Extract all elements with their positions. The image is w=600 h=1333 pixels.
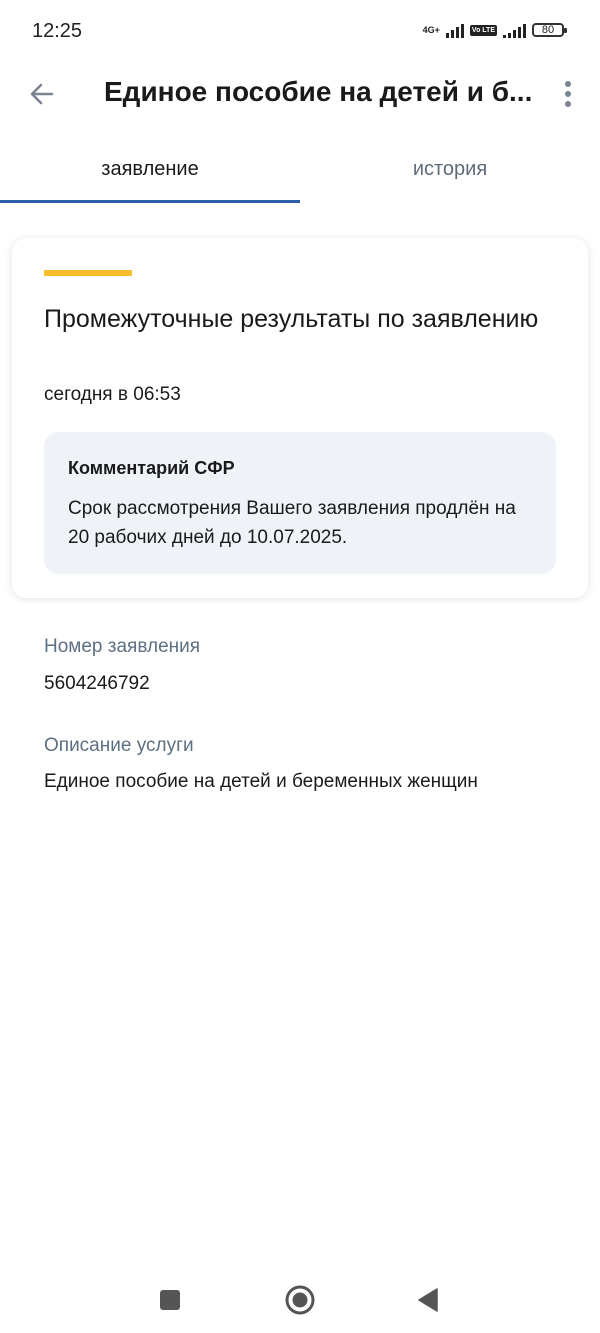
system-nav-bar <box>0 1268 600 1333</box>
more-vertical-icon <box>565 81 571 87</box>
tab-bar: заявление история <box>0 140 600 204</box>
screen: 12:25 4G+ Vo LTE 80 Единое пособие на де… <box>0 0 600 1333</box>
comment-box: Комментарий СФР Срок рассмотрения Вашего… <box>44 432 556 574</box>
arrow-left-icon <box>30 83 54 105</box>
square-icon <box>160 1290 180 1310</box>
tab-indicator <box>0 200 300 203</box>
status-bar: 12:25 4G+ Vo LTE 80 <box>0 0 600 64</box>
application-number-value: 5604246792 <box>44 673 150 694</box>
page-title: Единое пособие на детей и б... <box>104 76 533 107</box>
service-description-label: Описание услуги <box>44 735 194 756</box>
more-button[interactable] <box>548 74 588 114</box>
status-card: Промежуточные результаты по заявлению се… <box>12 238 588 598</box>
volte-badge: Vo LTE <box>469 24 497 36</box>
status-title: Промежуточные результаты по заявлению <box>44 305 539 333</box>
network-type: 4G+ <box>422 24 440 35</box>
battery-level: 80 <box>541 23 555 36</box>
signal-icon-2 <box>503 22 526 38</box>
status-accent-bar <box>44 270 132 276</box>
battery-icon: 80 <box>532 23 567 37</box>
app-bar: Единое пособие на детей и б... <box>0 64 600 124</box>
status-icons: 4G+ Vo LTE 80 <box>422 22 567 38</box>
status-time: 12:25 <box>32 20 83 42</box>
application-number-label: Номер заявления <box>44 636 201 657</box>
status-date: сегодня в 06:53 <box>44 384 181 405</box>
back-button[interactable] <box>22 74 62 114</box>
comment-text: Срок рассмотрения Вашего заявления продл… <box>68 498 516 548</box>
tab-history[interactable]: история <box>300 140 600 204</box>
home-button[interactable] <box>280 1280 320 1320</box>
comment-title: Комментарий СФР <box>68 458 235 478</box>
recents-button[interactable] <box>150 1280 190 1320</box>
triangle-left-icon <box>418 1288 438 1312</box>
circle-icon <box>285 1285 315 1315</box>
signal-icon <box>445 22 464 38</box>
service-description-value: Единое пособие на детей и беременных жен… <box>44 771 478 792</box>
tab-application[interactable]: заявление <box>0 140 300 204</box>
nav-back-button[interactable] <box>408 1280 448 1320</box>
